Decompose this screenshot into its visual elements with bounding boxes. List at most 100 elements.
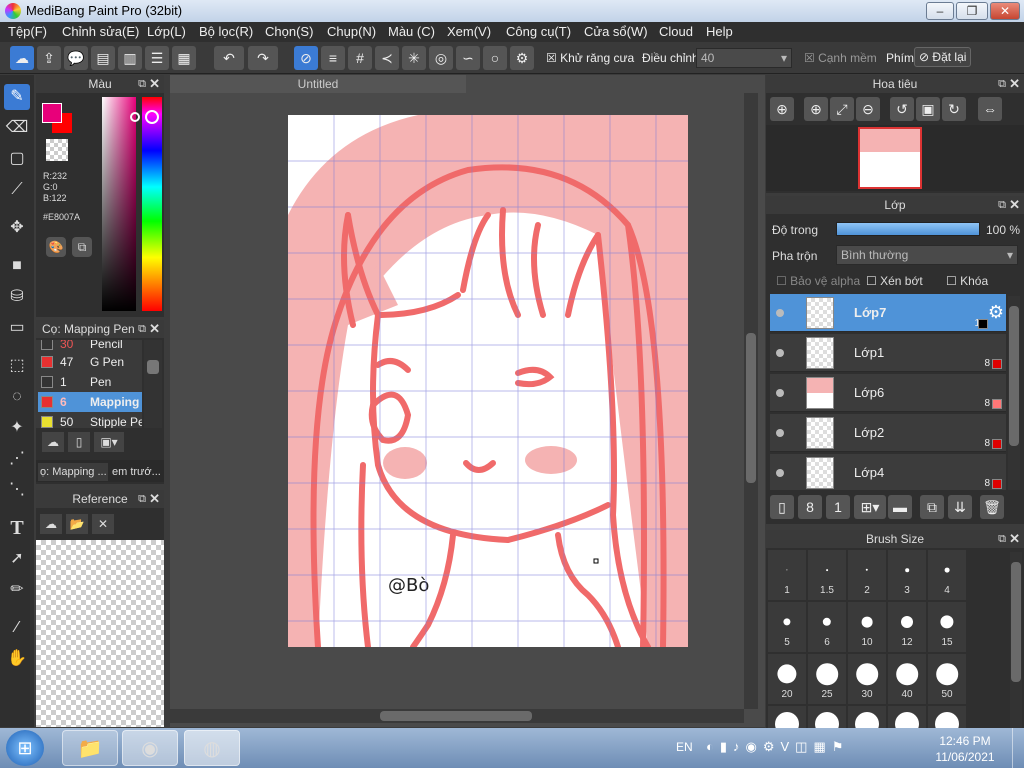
share-icon[interactable]: ⇪ [37,46,61,70]
menu-window[interactable]: Cửa sổ(W) [584,24,648,39]
reset-button[interactable]: ⊘ Đặt lại [914,47,972,67]
operation-tool-icon[interactable]: ➚ [4,546,30,572]
layer-row[interactable]: Lớp2 8 [770,414,1006,452]
magic-wand-tool-icon[interactable]: ✦ [4,415,30,441]
hue-slider[interactable] [142,97,162,311]
close-icon[interactable]: ✕ [1009,196,1020,214]
cloud-icon[interactable]: ☁ [10,46,34,70]
brush-size-cell[interactable]: 30 [848,654,886,704]
grid-edit-icon[interactable]: ▦ [172,46,196,70]
menu-select[interactable]: Chọn(S) [265,24,313,39]
lasso-tool-icon[interactable]: ◌ [4,384,30,410]
layer-row[interactable]: Lớp71⚙ [770,294,1006,332]
menu-cloud[interactable]: Cloud [659,24,693,39]
brush-size-cell[interactable]: 1.5 [808,550,846,600]
language-indicator[interactable]: EN [676,740,693,754]
message-icon[interactable]: ▤ [91,46,115,70]
drawing-canvas[interactable]: @Bò [288,115,688,647]
brush-size-cell[interactable]: 15 [928,602,966,652]
rotate-left-icon[interactable]: ↺ [890,97,914,121]
start-button-icon[interactable]: ⊞ [6,730,44,766]
eyedropper-tool-icon[interactable]: ⁄ [4,615,30,641]
chrome-icon[interactable]: ◉ [122,730,178,766]
rotate-right-icon[interactable]: ↻ [942,97,966,121]
brush-size-cell[interactable]: 1 [768,550,806,600]
layer-row[interactable]: Lớp6 8 [770,374,1006,412]
dot-tool-icon[interactable]: ▢ [4,146,30,172]
popout-icon[interactable]: ⧉ [138,75,146,93]
new-brush-icon[interactable]: ▯ [68,432,90,452]
brush-size-cell[interactable]: 25 [808,654,846,704]
close-icon[interactable]: ✕ [1009,75,1020,93]
saturation-value-picker[interactable] [102,97,136,311]
horizontal-scrollbar[interactable] [170,709,744,723]
document-icon[interactable]: ▥ [118,46,142,70]
antialias-checkbox[interactable]: ☒ Khử răng cưa [546,51,634,65]
menu-file[interactable]: Tệp(F) [8,24,47,39]
layer-scrollbar[interactable] [1008,296,1020,490]
brush-size-cell[interactable]: 4 [928,550,966,600]
add-layer-menu-icon[interactable]: ⊞▾ [854,495,886,519]
menu-layer[interactable]: Lớp(L) [147,24,186,39]
list-icon[interactable]: ☰ [145,46,169,70]
cloud-download-icon[interactable]: ☁ [42,432,64,452]
bucket-tool-icon[interactable]: ⛁ [4,284,30,310]
new-layer-icon[interactable]: ▯ [770,495,794,519]
undo-icon[interactable]: ↶ [214,46,244,70]
clock-time[interactable]: 12:46 PM [930,734,1000,748]
brush-size-cell[interactable]: 20 [768,654,806,704]
duplicate-layer-icon[interactable]: ⧉ [920,495,944,519]
medibang-taskbar-icon[interactable]: ◍ [184,730,240,766]
brush-item-selected[interactable]: 6Mapping⚙ [38,392,142,412]
minimize-button[interactable]: – [926,2,954,20]
show-desktop-button[interactable] [1012,728,1024,768]
select-tool-icon[interactable]: ⬚ [4,353,30,379]
document-tab[interactable]: Untitled [170,75,466,93]
zoom-fit-icon[interactable]: ⊕ [770,97,794,121]
actual-size-icon[interactable]: ▣ [916,97,940,121]
perspective-snap-icon[interactable]: ≺ [375,46,399,70]
menu-tools[interactable]: Công cụ(T) [506,24,571,39]
brush-size-cell[interactable] [808,706,846,728]
close-icon[interactable]: ✕ [149,320,160,338]
brush-size-cell[interactable]: 6 [808,602,846,652]
flip-icon[interactable]: ⇔ [978,97,1002,121]
close-reference-icon[interactable]: ✕ [92,514,114,534]
brush-size-cell[interactable] [928,706,966,728]
close-icon[interactable]: ✕ [1009,530,1020,548]
menu-color[interactable]: Màu (C) [388,24,435,39]
brush-add-menu-icon[interactable]: ▣▾ [94,432,124,452]
no-snap-icon[interactable]: ⊘ [294,46,318,70]
transparent-swatch[interactable] [46,139,68,161]
text-tool-icon[interactable]: T [4,515,30,541]
palette-add-icon[interactable]: ⧉ [72,237,92,257]
redo-icon[interactable]: ↷ [248,46,278,70]
circle-snap-icon[interactable]: ◎ [429,46,453,70]
delete-layer-icon[interactable]: 🗑 [980,495,1004,519]
visibility-icon[interactable] [776,309,784,317]
hand-tool-icon[interactable]: ✋ [4,646,30,672]
close-icon[interactable]: ✕ [149,75,160,93]
brush-size-cell[interactable]: 12 [888,602,926,652]
navigator-preview[interactable] [766,125,1024,191]
visibility-icon[interactable] [776,349,784,357]
brush-item[interactable]: 47 G Pen [38,352,142,372]
palette-icon[interactable]: 🎨 [46,237,66,257]
divide-tool-icon[interactable]: ✏ [4,577,30,603]
maximize-button[interactable]: ❐ [956,2,988,20]
popout-icon[interactable]: ⧉ [998,530,1006,548]
tab-mapping[interactable]: ọ: Mapping ... [38,463,108,481]
lock-checkbox[interactable]: ☐ Khóa [946,274,988,288]
fill-rect-tool-icon[interactable]: ■ [4,253,30,279]
brush-list-scrollbar[interactable] [144,340,162,428]
file-explorer-icon[interactable]: 📁 [62,730,118,766]
select-pen-tool-icon[interactable]: ⋰ [4,446,30,472]
brush-size-cell[interactable]: 40 [888,654,926,704]
brush-size-cell[interactable] [888,706,926,728]
vertical-scrollbar[interactable] [744,93,758,709]
folder-open-icon[interactable]: 📂 [66,514,88,534]
menu-edit[interactable]: Chỉnh sửa(E) [62,24,139,39]
tray-icons[interactable]: ◐▮♪◉⚙V◫▦⚑ [706,739,849,755]
protect-alpha-checkbox[interactable]: ☐ Bảo vệ alpha [776,274,860,288]
clipping-checkbox[interactable]: ☐ Xén bớt [866,274,923,288]
